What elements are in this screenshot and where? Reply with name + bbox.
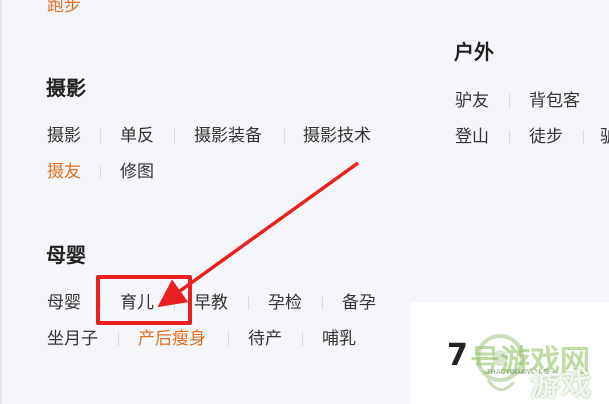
separator bbox=[174, 129, 175, 143]
tag-mountaineering[interactable]: 登山 bbox=[455, 126, 489, 148]
separator bbox=[284, 129, 285, 143]
tag-maternity[interactable]: 母婴 bbox=[47, 292, 81, 314]
watermark-text-bottom: 游戏 bbox=[530, 368, 592, 403]
tag-breastfeeding[interactable]: 哺乳 bbox=[322, 328, 356, 350]
separator bbox=[248, 296, 249, 310]
separator bbox=[509, 130, 510, 144]
tag-running[interactable]: 跑步 bbox=[47, 0, 81, 17]
tag-early-education[interactable]: 早教 bbox=[194, 292, 228, 314]
tag-postpartum-slimming[interactable]: 产后瘦身 bbox=[138, 328, 206, 350]
page: 跑步 摄影 摄影 单反 摄影装备 摄影技术 摄友 修图 户外 驴友 背包客 登山… bbox=[0, 0, 609, 404]
separator bbox=[174, 296, 175, 310]
tag-pregnancy-check[interactable]: 孕检 bbox=[268, 292, 302, 314]
separator bbox=[118, 332, 119, 346]
section-title-outdoor: 户外 bbox=[454, 40, 494, 64]
tag-dslr[interactable]: 单反 bbox=[120, 125, 154, 147]
tag-confinement[interactable]: 坐月子 bbox=[47, 328, 98, 350]
tag-awaiting-delivery[interactable]: 待产 bbox=[248, 328, 282, 350]
section-title-baby: 母婴 bbox=[46, 243, 86, 267]
tag-hiking[interactable]: 徒步 bbox=[529, 126, 563, 148]
tag-backpacker[interactable]: 背包客 bbox=[529, 90, 580, 112]
tag-photo-gear[interactable]: 摄影装备 bbox=[194, 125, 262, 147]
tag-photo-editing[interactable]: 修图 bbox=[120, 161, 154, 183]
separator bbox=[228, 332, 229, 346]
separator bbox=[100, 296, 101, 310]
separator bbox=[100, 129, 101, 143]
section-title-photography: 摄影 bbox=[46, 76, 86, 100]
separator bbox=[100, 165, 101, 179]
separator bbox=[583, 130, 584, 144]
left-divider bbox=[0, 0, 2, 404]
tag-photography[interactable]: 摄影 bbox=[47, 125, 81, 147]
separator bbox=[322, 296, 323, 310]
separator bbox=[509, 94, 510, 108]
tag-backpacker-friend[interactable]: 驴友 bbox=[455, 90, 489, 112]
separator bbox=[302, 332, 303, 346]
tag-photo-technique[interactable]: 摄影技术 bbox=[303, 125, 371, 147]
tag-photo-friends[interactable]: 摄友 bbox=[47, 161, 81, 183]
tag-outdoor-partial[interactable]: 驴 bbox=[600, 126, 609, 148]
tag-parenting[interactable]: 育儿 bbox=[120, 292, 154, 314]
tag-pregnancy-prep[interactable]: 备孕 bbox=[342, 292, 376, 314]
